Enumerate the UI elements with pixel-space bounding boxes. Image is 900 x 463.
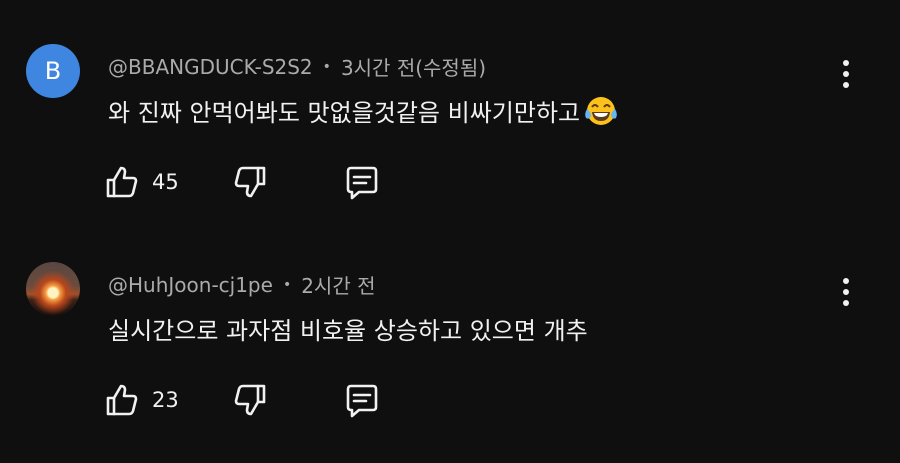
- thumbs-up-icon: [106, 166, 138, 198]
- separator-dot: •: [282, 276, 292, 293]
- author-name[interactable]: @HuhJoon-cj1pe: [108, 273, 273, 297]
- dislike-button[interactable]: [232, 382, 268, 418]
- comment-time[interactable]: 2시간 전: [301, 270, 375, 299]
- comment-text: 실시간으로 과자점 비호율 상승하고 있으면 개추: [108, 317, 588, 345]
- avatar[interactable]: B: [26, 44, 80, 98]
- like-count: 23: [152, 388, 179, 412]
- avatar-letter: B: [44, 57, 62, 85]
- reply-comment-icon: [346, 384, 378, 418]
- avatar[interactable]: [26, 262, 80, 316]
- comment-meta: @HuhJoon-cj1pe • 2시간 전: [108, 270, 376, 299]
- dislike-button[interactable]: [232, 164, 268, 200]
- thumbs-up-icon: [106, 384, 138, 416]
- like-button[interactable]: 23: [104, 382, 179, 418]
- comment-actions: 45: [0, 164, 900, 204]
- comment-body: 실시간으로 과자점 비호율 상승하고 있으면 개추: [108, 311, 588, 346]
- reply-button[interactable]: [342, 382, 382, 420]
- comment-body: 와 진짜 안먹어봐도 맛없을것같음 비싸기만하고: [108, 93, 618, 128]
- reply-button[interactable]: [342, 164, 382, 202]
- comment-actions: 23: [0, 382, 900, 422]
- separator-dot: •: [322, 58, 331, 75]
- comment-time[interactable]: 3시간 전(수정됨): [341, 52, 486, 81]
- face-with-tears-of-joy-icon: [584, 95, 618, 127]
- like-button[interactable]: 45: [104, 164, 179, 200]
- thumbs-down-icon: [234, 384, 266, 416]
- comment-text: 와 진짜 안먹어봐도 맛없을것같음 비싸기만하고: [108, 99, 581, 127]
- more-options-icon[interactable]: [834, 274, 858, 310]
- reply-comment-icon: [346, 166, 378, 200]
- like-count: 45: [152, 170, 179, 194]
- author-name[interactable]: @BBANGDUCK-S2S2: [108, 55, 313, 79]
- more-options-icon[interactable]: [834, 56, 858, 92]
- comment-meta: @BBANGDUCK-S2S2 • 3시간 전(수정됨): [108, 52, 486, 81]
- thumbs-down-icon: [234, 166, 266, 198]
